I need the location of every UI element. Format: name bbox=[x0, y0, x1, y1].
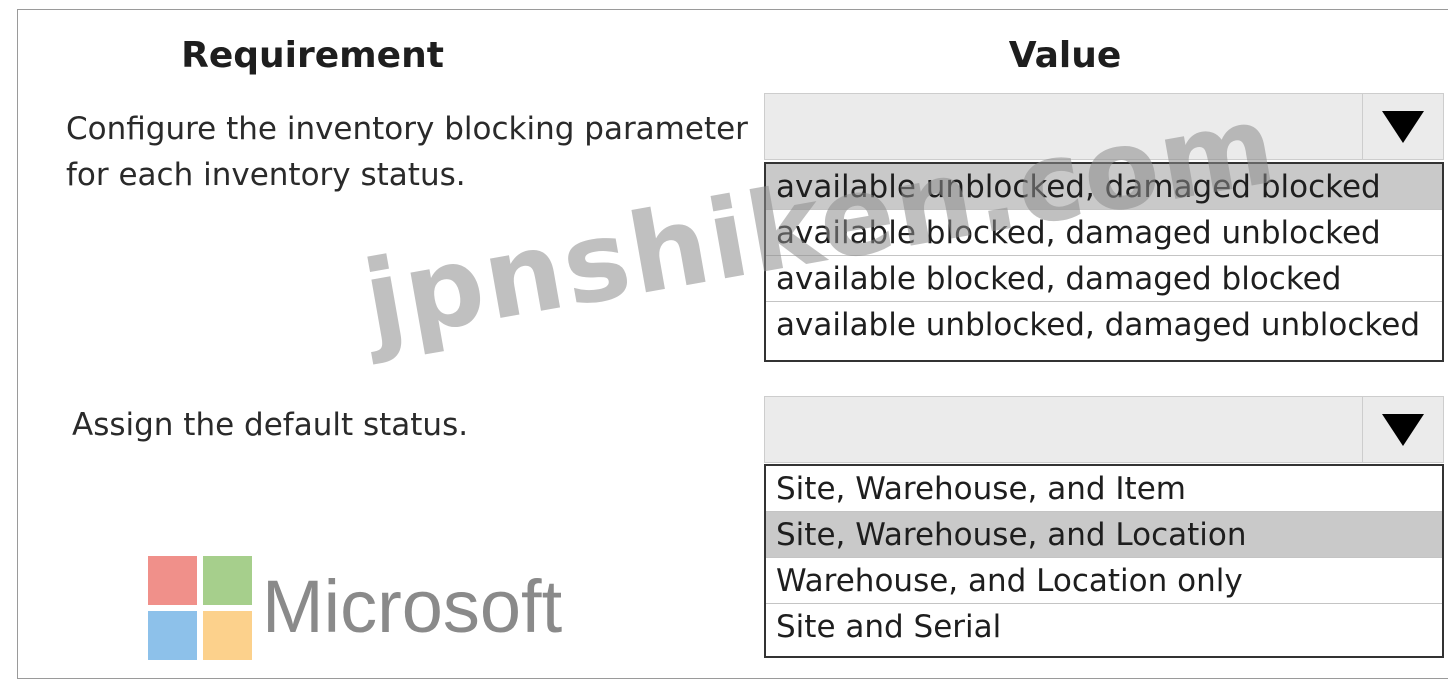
option-site-and-serial[interactable]: Site and Serial bbox=[766, 604, 1442, 650]
triangle-down-icon bbox=[1382, 413, 1424, 446]
option-warehouse-location-only[interactable]: Warehouse, and Location only bbox=[766, 558, 1442, 604]
value-header: Value bbox=[1008, 35, 1122, 76]
dropdown-toggle-button[interactable] bbox=[1362, 397, 1443, 462]
blocking-parameter-options: available unblocked, damaged blocked ava… bbox=[764, 162, 1444, 362]
microsoft-logo-text: Microsoft bbox=[262, 565, 563, 648]
microsoft-logo-icon bbox=[148, 556, 252, 660]
default-status-dropdown[interactable] bbox=[764, 396, 1444, 463]
option-available-unblocked-damaged-blocked[interactable]: available unblocked, damaged blocked bbox=[766, 164, 1442, 210]
default-status-options: Site, Warehouse, and Item Site, Warehous… bbox=[764, 464, 1444, 658]
triangle-down-icon bbox=[1382, 110, 1424, 143]
option-available-blocked-damaged-blocked[interactable]: available blocked, damaged blocked bbox=[766, 256, 1442, 302]
requirement-1-line-1: Configure the inventory blocking paramet… bbox=[66, 111, 748, 147]
requirement-2-line-1: Assign the default status. bbox=[72, 407, 469, 443]
option-available-blocked-damaged-unblocked[interactable]: available blocked, damaged unblocked bbox=[766, 210, 1442, 256]
logo-square-yellow bbox=[203, 611, 252, 660]
option-site-warehouse-item[interactable]: Site, Warehouse, and Item bbox=[766, 466, 1442, 512]
dropdown-toggle-button[interactable] bbox=[1362, 94, 1443, 159]
option-available-unblocked-damaged-unblocked[interactable]: available unblocked, damaged unblocked bbox=[766, 302, 1442, 348]
blocking-parameter-dropdown[interactable] bbox=[764, 93, 1444, 160]
logo-square-blue bbox=[148, 611, 197, 660]
logo-square-green bbox=[203, 556, 252, 605]
requirement-1-line-2: for each inventory status. bbox=[66, 157, 466, 193]
logo-square-red bbox=[148, 556, 197, 605]
option-site-warehouse-location[interactable]: Site, Warehouse, and Location bbox=[766, 512, 1442, 558]
requirement-header: Requirement bbox=[181, 35, 444, 76]
